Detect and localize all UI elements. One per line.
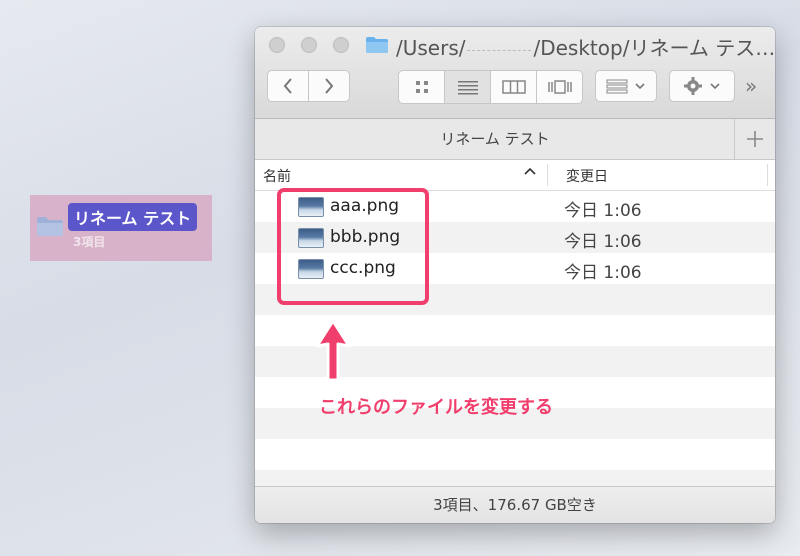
column-view-button[interactable] xyxy=(491,71,537,103)
column-header: 名前 変更日 xyxy=(255,160,775,191)
sort-ascending-icon[interactable] xyxy=(523,165,537,181)
empty-row xyxy=(255,439,775,470)
column-date-header[interactable]: 変更日 xyxy=(566,166,608,186)
chevron-down-icon xyxy=(710,83,720,90)
gallery-view-button[interactable] xyxy=(537,71,582,103)
columns-icon xyxy=(501,80,526,94)
chevron-down-icon xyxy=(635,83,645,90)
column-divider[interactable] xyxy=(547,164,548,186)
list-icon xyxy=(457,81,478,95)
chevron-left-icon xyxy=(283,78,292,94)
icon-view-button[interactable] xyxy=(399,71,445,103)
group-icon xyxy=(606,79,628,94)
desktop-folder-icon[interactable] xyxy=(36,215,64,241)
desktop-folder-name[interactable]: リネーム テスト xyxy=(68,203,198,231)
view-mode-selector xyxy=(398,70,583,104)
forward-button[interactable] xyxy=(308,70,350,102)
action-menu-button[interactable] xyxy=(669,70,735,102)
gallery-icon xyxy=(547,80,572,94)
toolbar-overflow-button[interactable]: » xyxy=(745,74,757,98)
close-button[interactable] xyxy=(269,37,285,53)
window-path: /Users/ /Desktop/リネーム テス… xyxy=(396,32,775,61)
annotation-text: これらのファイルを変更する xyxy=(319,397,553,418)
file-modified: 今日 1:06 xyxy=(564,263,642,283)
column-name-header[interactable]: 名前 xyxy=(263,166,291,186)
back-button[interactable] xyxy=(267,70,309,102)
list-view-button[interactable] xyxy=(445,71,491,103)
annotation-highlight-box xyxy=(277,188,429,305)
new-tab-button[interactable] xyxy=(734,119,775,159)
column-divider[interactable] xyxy=(767,164,768,186)
tab-bar: リネーム テスト xyxy=(255,119,775,160)
zoom-button[interactable] xyxy=(333,37,349,53)
group-menu-button[interactable] xyxy=(595,70,657,102)
plus-icon xyxy=(747,131,763,147)
grid-icon xyxy=(415,81,428,93)
file-modified: 今日 1:06 xyxy=(564,201,642,221)
tab-current[interactable]: リネーム テスト xyxy=(255,119,735,159)
chevron-right-icon xyxy=(325,78,334,94)
folder-icon xyxy=(365,36,389,58)
gear-icon xyxy=(684,77,702,95)
titlebar: /Users/ /Desktop/リネーム テス… » xyxy=(255,27,775,119)
desktop-folder-count: 3項目 xyxy=(73,235,106,249)
path-redacted xyxy=(467,48,532,51)
path-suffix: /Desktop/リネーム テス… xyxy=(533,36,775,60)
minimize-button[interactable] xyxy=(301,37,317,53)
annotation-arrow-icon xyxy=(313,318,353,388)
status-bar: 3項目、176.67 GB空き xyxy=(255,486,775,523)
file-modified: 今日 1:06 xyxy=(564,232,642,252)
path-prefix: /Users/ xyxy=(396,36,466,60)
